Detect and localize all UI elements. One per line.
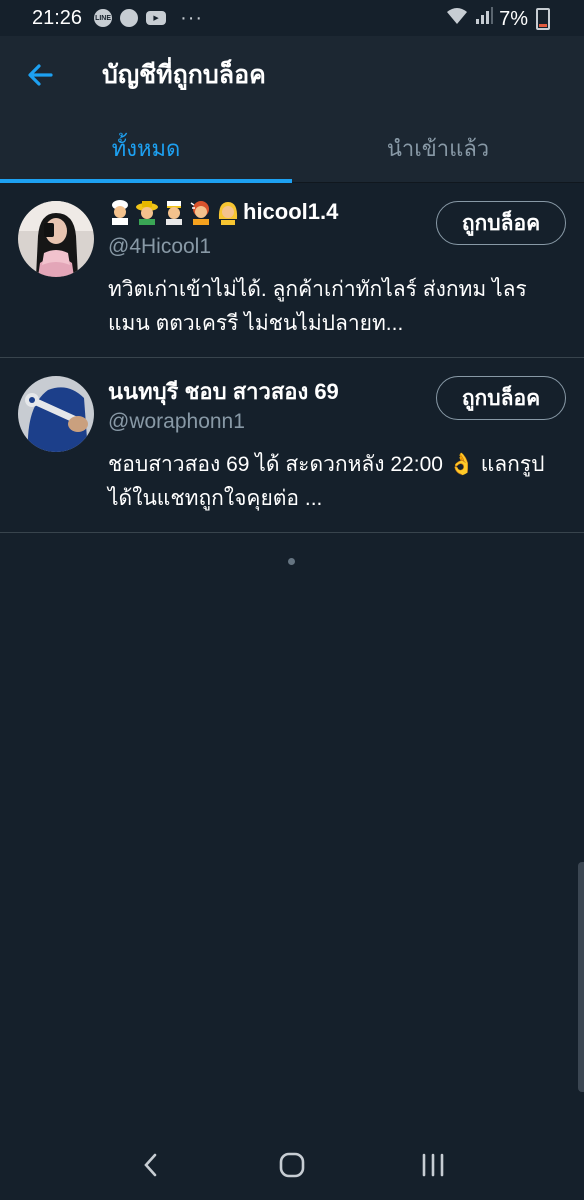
nav-home-button[interactable] xyxy=(262,1140,322,1190)
more-notifications-icon: ··· xyxy=(180,6,204,29)
battery-percent: 7% xyxy=(499,7,528,30)
account-display-name: นนทบุรี ชอบ สาวสอง 69 xyxy=(108,379,339,404)
nav-recents-button[interactable] xyxy=(403,1140,463,1190)
blocked-account-row[interactable]: นนทบุรี ชอบ สาวสอง 69 @woraphonn1 ชอบสาว… xyxy=(0,358,584,533)
page-title: บัญชีที่ถูกบล็อค xyxy=(102,61,266,89)
account-name: นนทบุรี ชอบ สาวสอง 69 xyxy=(108,374,339,409)
status-bar: 21:26 LINE ▶ ··· 7% xyxy=(0,0,584,36)
clock: 21:26 xyxy=(32,6,83,29)
avatar[interactable] xyxy=(18,376,94,452)
cook-emoji xyxy=(108,199,132,225)
account-handle: @4Hicool1 xyxy=(108,235,212,258)
farmer-emoji xyxy=(135,199,159,225)
signal-icon xyxy=(475,7,494,31)
account-bio: ชอบสาวสอง 69 ได้ สะดวกหลัง 22:00 👌 แลกรู… xyxy=(108,453,545,510)
chrome-icon xyxy=(120,9,139,27)
police-emoji xyxy=(162,199,186,225)
youtube-icon: ▶ xyxy=(146,11,167,25)
recents-icon xyxy=(423,1153,444,1177)
app-bar: บัญชีที่ถูกบล็อค xyxy=(0,36,584,114)
tab-imported[interactable]: นำเข้าแล้ว xyxy=(292,114,584,182)
home-circle-icon xyxy=(279,1152,305,1178)
loading-indicator xyxy=(288,558,295,565)
blocked-account-row[interactable]: hicool1.4 @4Hicool1 ทวิตเก่าเข้าไม่ได้. … xyxy=(0,183,584,358)
blocked-button[interactable]: ถูกบล็อค xyxy=(436,201,566,245)
tab-all[interactable]: ทั้งหมด xyxy=(0,114,292,183)
edge-panel-handle[interactable] xyxy=(578,862,584,1092)
account-display-name: hicool1.4 xyxy=(243,199,339,224)
wifi-icon xyxy=(445,6,469,32)
nav-back-button[interactable] xyxy=(121,1140,181,1190)
system-nav-bar xyxy=(0,1130,584,1200)
blocked-button[interactable]: ถูกบล็อค xyxy=(436,376,566,420)
hairdresser-emoji xyxy=(189,199,213,225)
arrow-left-icon xyxy=(28,64,53,86)
blond-person-emoji xyxy=(216,199,240,225)
back-button[interactable] xyxy=(0,60,80,90)
line-icon: LINE xyxy=(94,9,113,27)
account-handle: @woraphonn1 xyxy=(108,410,245,433)
account-bio: ทวิตเก่าเข้าไม่ได้. ลูกค้าเก่าทักไลร์ ส่… xyxy=(108,278,527,335)
chevron-left-icon xyxy=(143,1153,156,1177)
avatar[interactable] xyxy=(18,201,94,277)
account-name: hicool1.4 xyxy=(108,199,338,225)
battery-icon xyxy=(536,8,550,30)
tab-bar: ทั้งหมด นำเข้าแล้ว xyxy=(0,114,584,183)
